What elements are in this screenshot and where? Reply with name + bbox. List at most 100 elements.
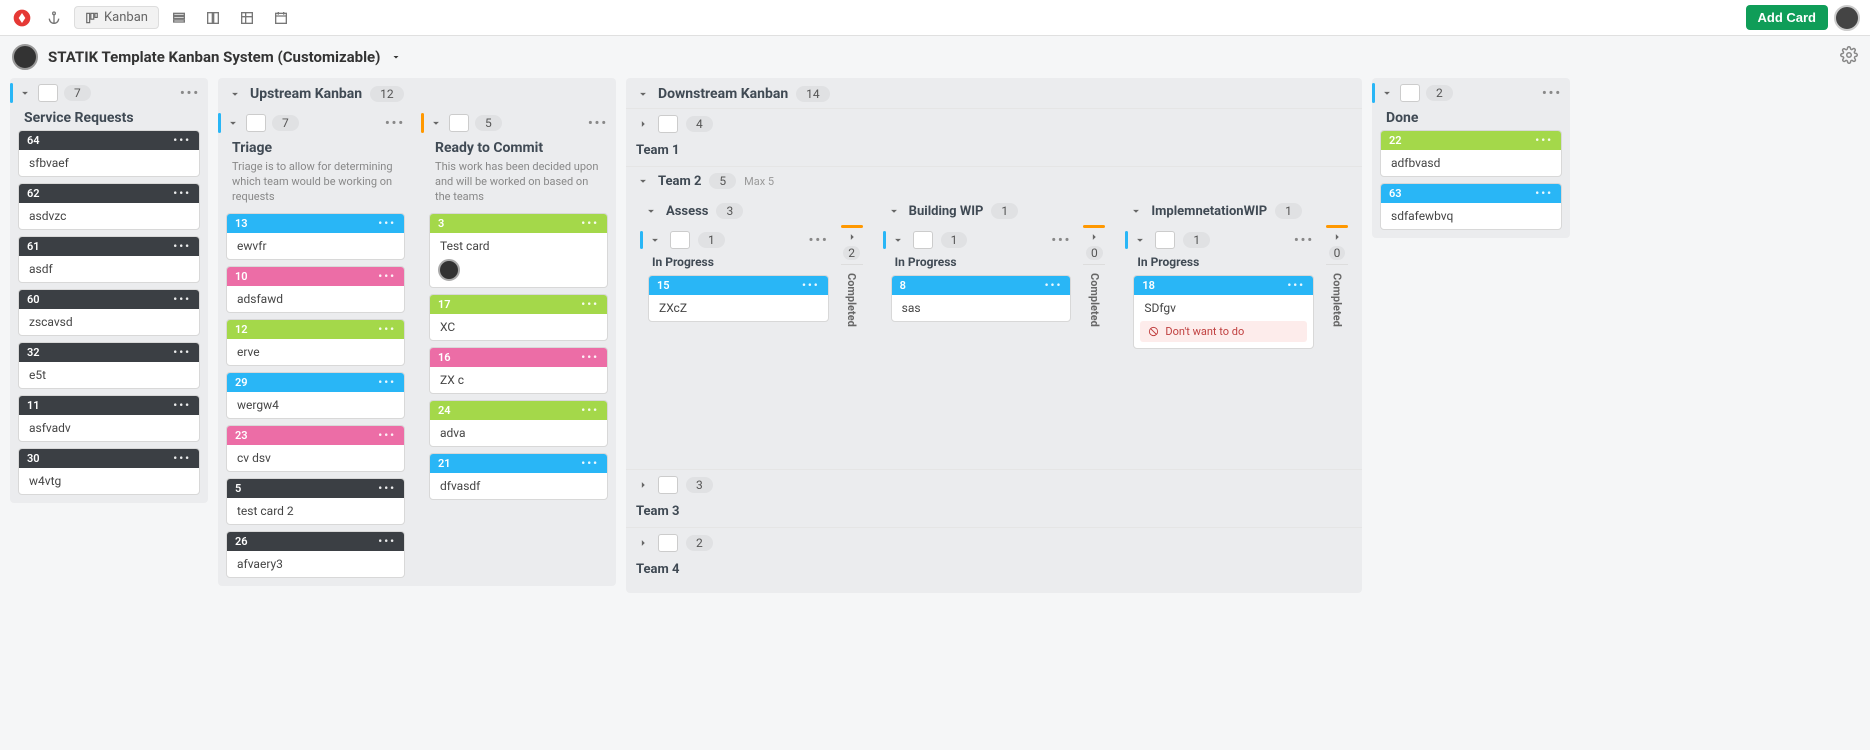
card-assignee-avatar[interactable] [438,259,460,281]
card-menu-icon[interactable]: ••• [378,323,396,336]
kanban-card[interactable]: 30•••w4vtg [18,448,200,495]
card-menu-icon[interactable]: ••• [378,429,396,442]
collapse-icon[interactable] [1380,86,1394,100]
column-menu-icon[interactable]: ••• [385,116,405,131]
calendar-view-icon[interactable] [267,6,295,30]
collapse-icon[interactable] [636,87,650,101]
card-menu-icon[interactable]: ••• [173,452,191,465]
kanban-card[interactable]: 16•••ZX c [429,347,608,394]
card-menu-icon[interactable]: ••• [173,187,191,200]
card-menu-icon[interactable]: ••• [173,346,191,359]
kanban-card[interactable]: 11•••asfvadv [18,395,200,442]
section-completed-collapsed[interactable]: 0Completed [1326,225,1348,455]
collapse-icon[interactable] [1129,204,1143,218]
board-dropdown-icon[interactable] [390,51,402,63]
swimlane-filter[interactable] [658,476,678,494]
card-menu-icon[interactable]: ••• [1535,134,1553,147]
card-menu-icon[interactable]: ••• [378,482,396,495]
card-menu-icon[interactable]: ••• [378,217,396,230]
kanban-card[interactable]: 18•••SDfgvDon't want to do [1133,275,1314,349]
lane-menu-icon[interactable]: ••• [1542,86,1562,101]
collapse-icon[interactable] [429,116,443,130]
app-logo[interactable] [10,6,34,30]
card-menu-icon[interactable]: ••• [581,404,599,417]
card-menu-icon[interactable]: ••• [581,457,599,470]
collapse-icon[interactable] [228,87,242,101]
list-view-icon[interactable] [165,6,193,30]
column-filter[interactable] [246,114,266,132]
kanban-card[interactable]: 3•••Test card [429,213,608,288]
board-settings-icon[interactable] [1840,46,1858,68]
kanban-card[interactable]: 8•••sas [891,275,1072,322]
table-view-icon[interactable] [233,6,261,30]
card-menu-icon[interactable]: ••• [581,298,599,311]
kanban-card[interactable]: 5•••test card 2 [226,478,405,525]
column-menu-icon[interactable]: ••• [1051,233,1071,248]
kanban-card[interactable]: 29•••wergw4 [226,372,405,419]
section-completed-collapsed[interactable]: 2Completed [841,225,863,455]
kanban-card[interactable]: 12•••erve [226,319,405,366]
column-menu-icon[interactable]: ••• [1294,233,1314,248]
card-menu-icon[interactable]: ••• [378,270,396,283]
column-filter[interactable] [449,114,469,132]
expand-icon[interactable] [636,536,650,550]
column-filter[interactable] [1155,231,1175,249]
column-filter[interactable] [913,231,933,249]
kanban-card[interactable]: 21•••dfvasdf [429,453,608,500]
card-menu-icon[interactable]: ••• [802,279,820,292]
kanban-card[interactable]: 63•••sdfafewbvq [1380,183,1562,230]
card-menu-icon[interactable]: ••• [1535,187,1553,200]
board-avatar[interactable] [12,44,38,70]
expand-icon[interactable] [636,478,650,492]
user-avatar[interactable] [1834,5,1860,31]
board-view-icon[interactable] [199,6,227,30]
add-card-button[interactable]: Add Card [1746,5,1829,30]
column-menu-icon[interactable]: ••• [809,233,829,248]
card-menu-icon[interactable]: ••• [378,376,396,389]
kanban-card[interactable]: 17•••XC [429,294,608,341]
anchor-icon[interactable] [40,6,68,30]
lane-filter[interactable] [1400,84,1420,102]
expand-icon[interactable] [1087,230,1101,244]
kanban-card[interactable]: 60•••zscavsd [18,289,200,336]
kanban-card[interactable]: 24•••adva [429,400,608,447]
kanban-card[interactable]: 10•••adsfawd [226,266,405,313]
expand-icon[interactable] [1330,230,1344,244]
kanban-card[interactable]: 64•••sfbvaef [18,130,200,177]
kanban-card[interactable]: 15•••ZXcZ [648,275,829,322]
kanban-card[interactable]: 13•••ewvfr [226,213,405,260]
card-menu-icon[interactable]: ••• [1045,279,1063,292]
collapse-icon[interactable] [1133,233,1147,247]
card-menu-icon[interactable]: ••• [378,535,396,548]
card-menu-icon[interactable]: ••• [173,134,191,147]
card-menu-icon[interactable]: ••• [1287,279,1305,292]
expand-icon[interactable] [845,230,859,244]
card-menu-icon[interactable]: ••• [173,240,191,253]
kanban-card[interactable]: 32•••e5t [18,342,200,389]
kanban-card[interactable]: 61•••asdf [18,236,200,283]
card-menu-icon[interactable]: ••• [173,293,191,306]
collapse-icon[interactable] [636,174,650,188]
collapse-icon[interactable] [226,116,240,130]
collapse-icon[interactable] [887,204,901,218]
kanban-view-tab[interactable]: Kanban [74,6,159,29]
lane-filter[interactable] [38,84,58,102]
swimlane-filter[interactable] [658,115,678,133]
collapse-icon[interactable] [18,86,32,100]
swimlane-filter[interactable] [658,534,678,552]
card-menu-icon[interactable]: ••• [581,217,599,230]
collapse-icon[interactable] [644,204,658,218]
card-menu-icon[interactable]: ••• [173,399,191,412]
collapse-icon[interactable] [891,233,905,247]
kanban-card[interactable]: 26•••afvaery3 [226,531,405,578]
section-completed-collapsed[interactable]: 0Completed [1083,225,1105,455]
lane-menu-icon[interactable]: ••• [180,86,200,101]
kanban-card[interactable]: 62•••asdvzc [18,183,200,230]
card-menu-icon[interactable]: ••• [581,351,599,364]
expand-icon[interactable] [636,117,650,131]
column-filter[interactable] [670,231,690,249]
collapse-icon[interactable] [648,233,662,247]
kanban-card[interactable]: 23•••cv dsv [226,425,405,472]
kanban-card[interactable]: 22•••adfbvasd [1380,130,1562,177]
column-menu-icon[interactable]: ••• [588,116,608,131]
